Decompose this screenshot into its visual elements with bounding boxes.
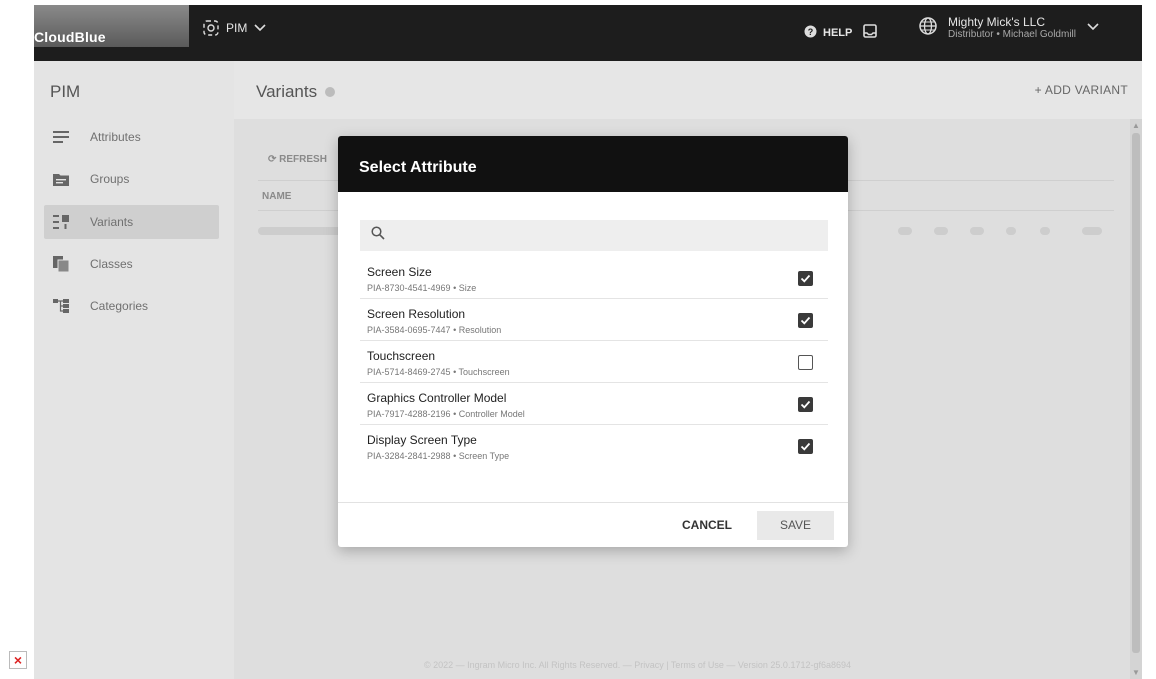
search-icon <box>371 226 385 245</box>
attribute-list: Screen Size PIA-8730-4541-4969 • Size Sc… <box>360 257 828 467</box>
checkbox-checked[interactable] <box>798 271 813 286</box>
sidebar-item-classes[interactable]: Classes <box>44 247 219 281</box>
attribute-subtitle: PIA-8730-4541-4969 • Size <box>367 283 477 293</box>
attribute-title: Graphics Controller Model <box>367 391 507 405</box>
inbox-icon[interactable] <box>862 23 878 44</box>
footer-text: © 2022 — Ingram Micro Inc. All Rights Re… <box>424 660 851 670</box>
add-variant-button[interactable]: + ADD VARIANT <box>1035 83 1128 97</box>
sidebar-item-variants[interactable]: Variants <box>44 205 219 239</box>
sidebar-item-label: Attributes <box>90 130 141 144</box>
checkbox-checked[interactable] <box>798 439 813 454</box>
variants-icon <box>52 213 70 231</box>
help-button[interactable]: ? HELP <box>804 25 852 41</box>
column-header-name[interactable]: NAME <box>262 191 291 202</box>
checkbox-checked[interactable] <box>798 313 813 328</box>
help-icon: ? <box>804 25 817 41</box>
scroll-up-icon[interactable]: ▲ <box>1132 121 1140 130</box>
attribute-subtitle: PIA-3584-0695-7447 • Resolution <box>367 325 502 335</box>
list-lines-icon <box>52 128 70 146</box>
loading-placeholder <box>1006 227 1016 235</box>
svg-text:?: ? <box>808 27 814 37</box>
scrollbar-thumb[interactable] <box>1132 133 1140 653</box>
chevron-down-icon <box>253 23 267 33</box>
attribute-subtitle: PIA-7917-4288-2196 • Controller Model <box>367 409 525 419</box>
list-item[interactable]: Touchscreen PIA-5714-8469-2745 • Touchsc… <box>360 341 828 383</box>
loading-placeholder <box>934 227 948 235</box>
checkbox-checked[interactable] <box>798 397 813 412</box>
checkbox-unchecked[interactable] <box>798 355 813 370</box>
sidebar-item-label: Classes <box>90 257 133 271</box>
dialog-title: Select Attribute <box>338 136 848 192</box>
module-label: PIM <box>226 21 248 35</box>
list-item[interactable]: Graphics Controller Model PIA-7917-4288-… <box>360 383 828 425</box>
sidebar-item-groups[interactable]: Groups <box>44 162 219 196</box>
loading-placeholder <box>970 227 984 235</box>
top-bar: CloudBlue PIM ? HELP Mighty Mick's LLC D… <box>34 5 1142 61</box>
attribute-title: Screen Size <box>367 265 432 279</box>
attribute-subtitle: PIA-3284-2841-2988 • Screen Type <box>367 451 510 461</box>
attribute-subtitle: PIA-5714-8469-2745 • Touchscreen <box>367 367 510 377</box>
logo[interactable]: CloudBlue <box>34 5 189 47</box>
sidebar-item-label: Variants <box>90 215 134 229</box>
sidebar-item-label: Groups <box>90 172 130 186</box>
attribute-title: Screen Resolution <box>367 307 466 321</box>
attribute-title: Display Screen Type <box>367 433 477 447</box>
loading-placeholder <box>1040 227 1050 235</box>
loading-placeholder <box>258 227 348 235</box>
account-info: Mighty Mick's LLC Distributor • Michael … <box>948 15 1076 41</box>
scroll-down-icon[interactable]: ▼ <box>1132 668 1140 677</box>
attribute-title: Touchscreen <box>367 349 436 363</box>
loading-placeholder <box>898 227 912 235</box>
select-attribute-dialog: Select Attribute Screen Size PIA-8730-45… <box>338 136 848 547</box>
logo-text: CloudBlue <box>34 29 106 45</box>
save-button[interactable]: SAVE <box>757 511 834 540</box>
dialog-footer: CANCEL SAVE <box>338 502 848 547</box>
sidebar: PIM Attributes Groups Variants Classes C… <box>34 61 234 679</box>
sidebar-item-label: Categories <box>90 299 149 313</box>
list-item[interactable]: Screen Resolution PIA-3584-0695-7447 • R… <box>360 299 828 341</box>
module-icon <box>202 19 220 37</box>
info-icon[interactable] <box>325 87 336 97</box>
account-role: Distributor • Michael Goldmill <box>948 29 1076 40</box>
account-name: Mighty Mick's LLC <box>948 15 1045 29</box>
page-title: Variants <box>256 82 336 102</box>
sidebar-title: PIM <box>50 82 81 101</box>
globe-icon <box>918 16 938 41</box>
refresh-button[interactable]: ⟳ REFRESH <box>268 154 327 165</box>
module-switcher[interactable]: PIM <box>202 19 267 37</box>
folder-icon <box>52 170 70 188</box>
broken-image-icon: × <box>9 651 27 669</box>
scrollbar[interactable]: ▲ ▼ <box>1130 119 1142 679</box>
help-label: HELP <box>823 27 853 39</box>
cancel-button[interactable]: CANCEL <box>674 513 740 537</box>
account-switcher[interactable]: Mighty Mick's LLC Distributor • Michael … <box>918 15 1100 41</box>
search-input[interactable] <box>360 220 828 251</box>
list-item[interactable]: Display Screen Type PIA-3284-2841-2988 •… <box>360 425 828 467</box>
sidebar-item-categories[interactable]: Categories <box>44 289 219 323</box>
sidebar-item-attributes[interactable]: Attributes <box>44 120 219 154</box>
chevron-down-icon <box>1086 19 1100 37</box>
loading-placeholder <box>1082 227 1102 235</box>
page-title-text: Variants <box>256 82 318 101</box>
tree-icon <box>52 297 70 315</box>
list-item[interactable]: Screen Size PIA-8730-4541-4969 • Size <box>360 257 828 299</box>
copy-files-icon <box>52 255 70 273</box>
